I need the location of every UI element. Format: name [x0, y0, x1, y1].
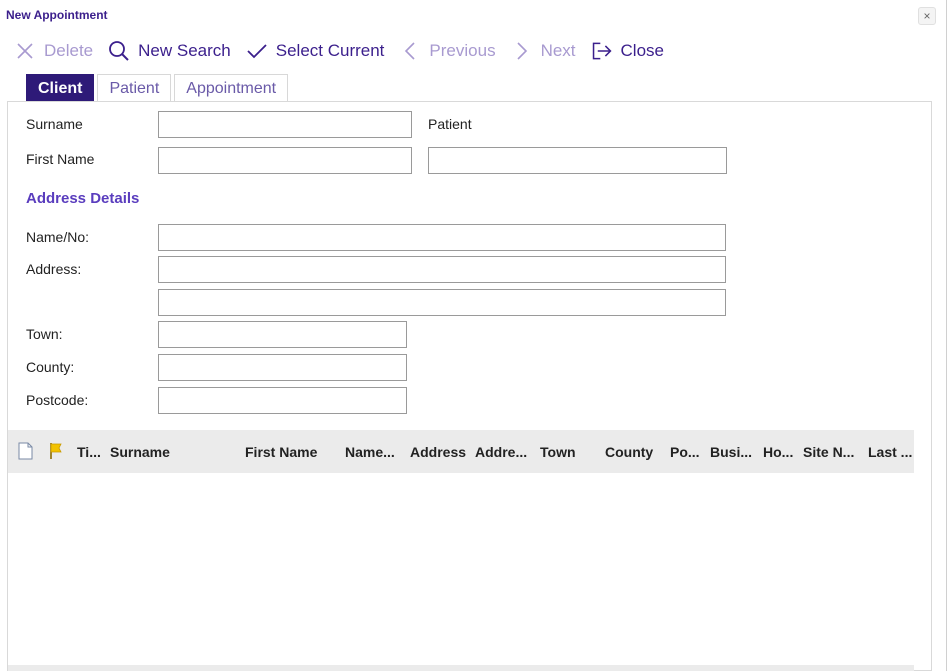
- column-header-site-name[interactable]: Site N...: [803, 444, 854, 460]
- check-icon: [246, 40, 268, 62]
- exit-icon: [591, 40, 613, 62]
- document-icon[interactable]: [18, 442, 33, 465]
- column-header-first-name[interactable]: First Name: [245, 444, 317, 460]
- new-search-button[interactable]: New Search: [108, 40, 231, 62]
- column-header-postcode[interactable]: Po...: [670, 444, 700, 460]
- previous-button[interactable]: Previous: [399, 40, 496, 62]
- address-details-heading: Address Details: [26, 190, 140, 207]
- toolbar: Delete New Search Select Current Previou…: [14, 37, 679, 65]
- previous-label: Previous: [429, 41, 496, 60]
- chevron-left-icon: [399, 40, 421, 62]
- name-no-label: Name/No:: [26, 229, 90, 245]
- patient-input[interactable]: [428, 147, 727, 174]
- results-grid-footer: [8, 665, 914, 671]
- patient-label: Patient: [428, 116, 472, 132]
- address-line2-input[interactable]: [158, 289, 726, 316]
- surname-label: Surname: [26, 116, 83, 132]
- column-header-address[interactable]: Address: [410, 444, 466, 460]
- town-label: Town:: [26, 326, 63, 342]
- select-current-button[interactable]: Select Current: [246, 40, 385, 62]
- column-header-county[interactable]: County: [605, 444, 653, 460]
- address-line1-input[interactable]: [158, 256, 726, 283]
- tab-bar: Client Patient Appointment: [26, 74, 291, 102]
- column-header-business[interactable]: Busi...: [710, 444, 752, 460]
- name-no-input[interactable]: [158, 224, 726, 251]
- results-grid-body[interactable]: [8, 473, 914, 665]
- column-header-home[interactable]: Ho...: [763, 444, 793, 460]
- town-input[interactable]: [158, 321, 407, 348]
- first-name-input[interactable]: [158, 147, 412, 174]
- search-icon: [108, 40, 130, 62]
- tab-patient[interactable]: Patient: [97, 74, 172, 102]
- chevron-right-icon: [511, 40, 533, 62]
- column-header-last[interactable]: Last ...: [868, 444, 912, 460]
- address-label: Address:: [26, 261, 82, 277]
- tab-client[interactable]: Client: [26, 74, 95, 102]
- next-label: Next: [540, 41, 576, 60]
- first-name-label: First Name: [26, 151, 95, 167]
- county-label: County:: [26, 359, 75, 375]
- close-x-icon: [14, 40, 36, 62]
- column-header-surname[interactable]: Surname: [110, 444, 170, 460]
- next-button[interactable]: Next: [511, 40, 576, 62]
- column-header-town[interactable]: Town: [540, 444, 576, 460]
- tab-appointment[interactable]: Appointment: [174, 74, 289, 102]
- new-appointment-dialog: New Appointment × Delete New Search Sele…: [0, 0, 947, 671]
- postcode-label: Postcode:: [26, 392, 89, 408]
- select-current-label: Select Current: [275, 41, 385, 60]
- new-search-label: New Search: [138, 41, 231, 60]
- column-header-title[interactable]: Ti...: [77, 444, 101, 460]
- delete-button[interactable]: Delete: [14, 40, 93, 62]
- dialog-title: New Appointment: [6, 8, 108, 22]
- title-bar: New Appointment ×: [0, 0, 947, 30]
- close-button[interactable]: Close: [591, 40, 664, 62]
- county-input[interactable]: [158, 354, 407, 381]
- column-header-name-no[interactable]: Name...: [345, 444, 395, 460]
- close-label: Close: [620, 41, 664, 60]
- postcode-input[interactable]: [158, 387, 407, 414]
- column-header-address-2[interactable]: Addre...: [475, 444, 527, 460]
- window-close-button[interactable]: ×: [918, 7, 936, 25]
- flag-icon[interactable]: [48, 442, 64, 465]
- surname-input[interactable]: [158, 111, 412, 138]
- delete-label: Delete: [44, 41, 94, 60]
- results-grid-header: Ti... Surname First Name Name... Address…: [8, 430, 914, 473]
